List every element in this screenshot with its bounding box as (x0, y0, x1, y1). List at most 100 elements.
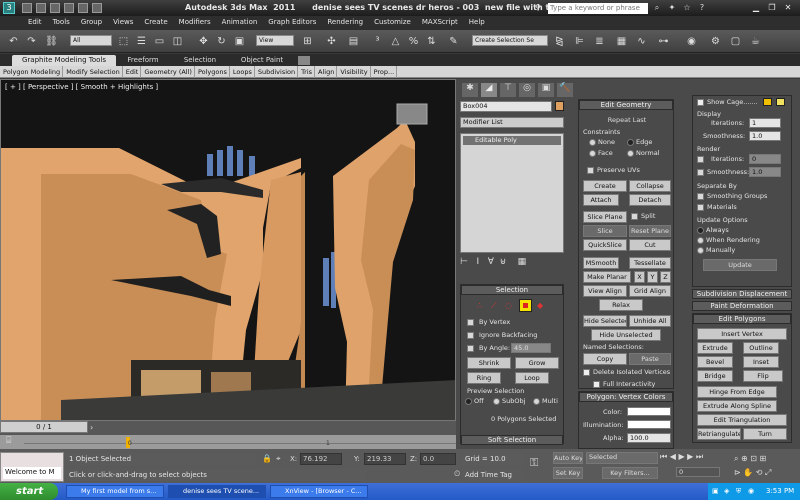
pan-view-icon[interactable]: ✋ (743, 468, 753, 477)
relax-button[interactable]: Relax (599, 299, 643, 311)
bevel-button[interactable]: Bevel (697, 356, 733, 368)
set-key-button[interactable]: Set Key (553, 467, 583, 479)
create-tab-icon[interactable]: ✱ (462, 83, 478, 97)
render-production-icon[interactable]: ☕ (748, 34, 763, 49)
add-time-tag[interactable]: Add Time Tag (462, 469, 524, 481)
search-input[interactable]: Type a keyword or phrase (548, 3, 648, 14)
grid-align-button[interactable]: Grid Align (629, 285, 671, 297)
schematic-view-icon[interactable]: ⊶ (656, 34, 671, 49)
menu-group[interactable]: Group (75, 16, 107, 26)
color-swatch[interactable] (627, 407, 671, 416)
menu-rendering[interactable]: Rendering (321, 16, 368, 26)
ribbon-loops[interactable]: Loops (230, 66, 255, 78)
reset-plane-button[interactable]: Reset Plane (629, 225, 671, 237)
stack-item-editable-poly[interactable]: Editable Poly (463, 136, 561, 145)
tab-graphite-modeling-tools[interactable]: Graphite Modeling Tools (12, 55, 116, 66)
named-selection-dropdown[interactable]: Create Selection Se (472, 35, 548, 46)
inset-button[interactable]: Inset (743, 356, 779, 368)
menu-maxscript[interactable]: MAXScript (416, 16, 463, 26)
selection-rollout-header[interactable]: Selection (461, 285, 563, 295)
element-level-icon[interactable]: ◆ (537, 301, 543, 310)
slice-plane-button[interactable]: Slice Plane (583, 211, 627, 223)
view-align-button[interactable]: View Align (583, 285, 627, 297)
illumination-swatch[interactable] (627, 420, 671, 429)
object-name-field[interactable]: Box004 (460, 101, 552, 112)
rendered-frame-window-icon[interactable]: ▢ (728, 34, 743, 49)
zoom-extents-all-icon[interactable]: ⊞ (760, 454, 767, 463)
display-tab-icon[interactable]: ▣ (538, 83, 554, 97)
grow-button[interactable]: Grow (515, 357, 559, 369)
extrude-button[interactable]: Extrude (697, 342, 733, 354)
go-to-start-icon[interactable]: ⏮ (660, 452, 667, 461)
key-filters-button[interactable]: Key Filters... (602, 467, 658, 479)
make-planar-button[interactable]: Make Planar (583, 271, 631, 283)
redo-icon[interactable] (78, 3, 88, 13)
edge-level-icon[interactable]: ⟋ (491, 301, 497, 311)
retriangulate-button[interactable]: Retriangulate (697, 428, 741, 440)
material-editor-icon[interactable]: ◉ (684, 34, 699, 49)
tessellate-button[interactable]: Tessellate (629, 257, 671, 269)
cut-button[interactable]: Cut (629, 239, 671, 251)
create-button[interactable]: Create (583, 180, 627, 192)
bridge-button[interactable]: Bridge (697, 370, 733, 382)
zoom-all-icon[interactable]: ⊕ (741, 454, 748, 463)
next-frame-icon[interactable]: ▶ (687, 452, 693, 461)
loop-button[interactable]: Loop (515, 372, 549, 384)
angle-spinner[interactable]: 45.0 (511, 343, 551, 353)
menu-customize[interactable]: Customize (368, 16, 416, 26)
menu-tools[interactable]: Tools (47, 16, 75, 26)
polygon-level-icon[interactable] (519, 299, 532, 312)
hide-unselected-button[interactable]: Hide Unselected (591, 329, 661, 341)
taskbar-item-xnview[interactable]: XnView - [Browser - C... (270, 485, 368, 498)
angle-snap-icon[interactable]: △ (388, 34, 403, 49)
redo-icon[interactable]: ↷ (24, 34, 39, 49)
undo-icon[interactable]: ↶ (6, 34, 21, 49)
select-and-link-icon[interactable]: ⛓ (44, 34, 59, 49)
play-icon[interactable]: ▶ (678, 452, 684, 461)
planar-y-button[interactable]: Y (647, 271, 658, 283)
ribbon-align[interactable]: Align (315, 66, 338, 78)
rectangular-selection-icon[interactable]: ▭ (152, 34, 167, 49)
ribbon-geometry-all[interactable]: Geometry (All) (141, 66, 195, 78)
shrink-button[interactable]: Shrink (467, 357, 511, 369)
start-button[interactable]: start (0, 483, 58, 500)
curve-editor-icon[interactable]: ∿ (634, 34, 649, 49)
mini-curve-editor-icon[interactable]: ⌸ (6, 436, 11, 446)
object-color-swatch[interactable] (555, 101, 564, 111)
restore-button[interactable]: ❐ (764, 1, 780, 14)
current-frame-field[interactable]: 0 (676, 467, 720, 477)
search-icon[interactable]: ⌕ (651, 2, 663, 14)
pin-stack-icon[interactable]: ⊢ (460, 257, 468, 267)
help-icon[interactable]: ? (696, 2, 708, 14)
ring-button[interactable]: Ring (467, 372, 501, 384)
edit-named-selection-icon[interactable]: ✎ (446, 34, 461, 49)
materials-checkbox[interactable] (697, 204, 704, 211)
paint-deformation-header[interactable]: Paint Deformation (692, 301, 792, 311)
open-file-icon[interactable] (36, 3, 46, 13)
taskbar-item-browser[interactable]: My first model from s... (66, 485, 164, 498)
time-slider[interactable]: 0 / 1 (0, 421, 88, 433)
field-of-view-icon[interactable]: ⊳ (734, 468, 741, 477)
planar-z-button[interactable]: Z (660, 271, 671, 283)
menu-create[interactable]: Create (138, 16, 172, 26)
favorites-star-icon[interactable]: ☆ (681, 2, 693, 14)
ribbon-visibility[interactable]: Visibility (337, 66, 371, 78)
utilities-tab-icon[interactable]: 🔨 (557, 83, 573, 97)
render-smoothness-spinner[interactable]: 1.0 (749, 167, 781, 177)
full-interactivity-checkbox[interactable] (593, 381, 600, 388)
slice-button[interactable]: Slice (583, 225, 627, 237)
select-and-scale-icon[interactable]: ▣ (232, 34, 247, 49)
ribbon-modify-selection[interactable]: Modify Selection (63, 66, 123, 78)
mirror-icon[interactable]: ⧎ (552, 34, 567, 49)
preserve-uvs-checkbox[interactable] (587, 167, 594, 174)
select-object-icon[interactable]: ⬚ (116, 34, 131, 49)
render-setup-icon[interactable]: ⚙ (708, 34, 723, 49)
close-button[interactable]: ✕ (780, 1, 796, 14)
selection-filter-dropdown[interactable]: All (70, 35, 112, 46)
taskbar-item-3dsmax[interactable]: denise sees TV scene... (168, 485, 266, 498)
keyboard-shortcut-icon[interactable]: ▤ (346, 34, 361, 49)
menu-help[interactable]: Help (463, 16, 490, 26)
flip-button[interactable]: Flip (743, 370, 783, 382)
3ds-max-logo-icon[interactable]: 3 (3, 2, 15, 14)
pivot-center-icon[interactable]: ⊞ (300, 34, 315, 49)
